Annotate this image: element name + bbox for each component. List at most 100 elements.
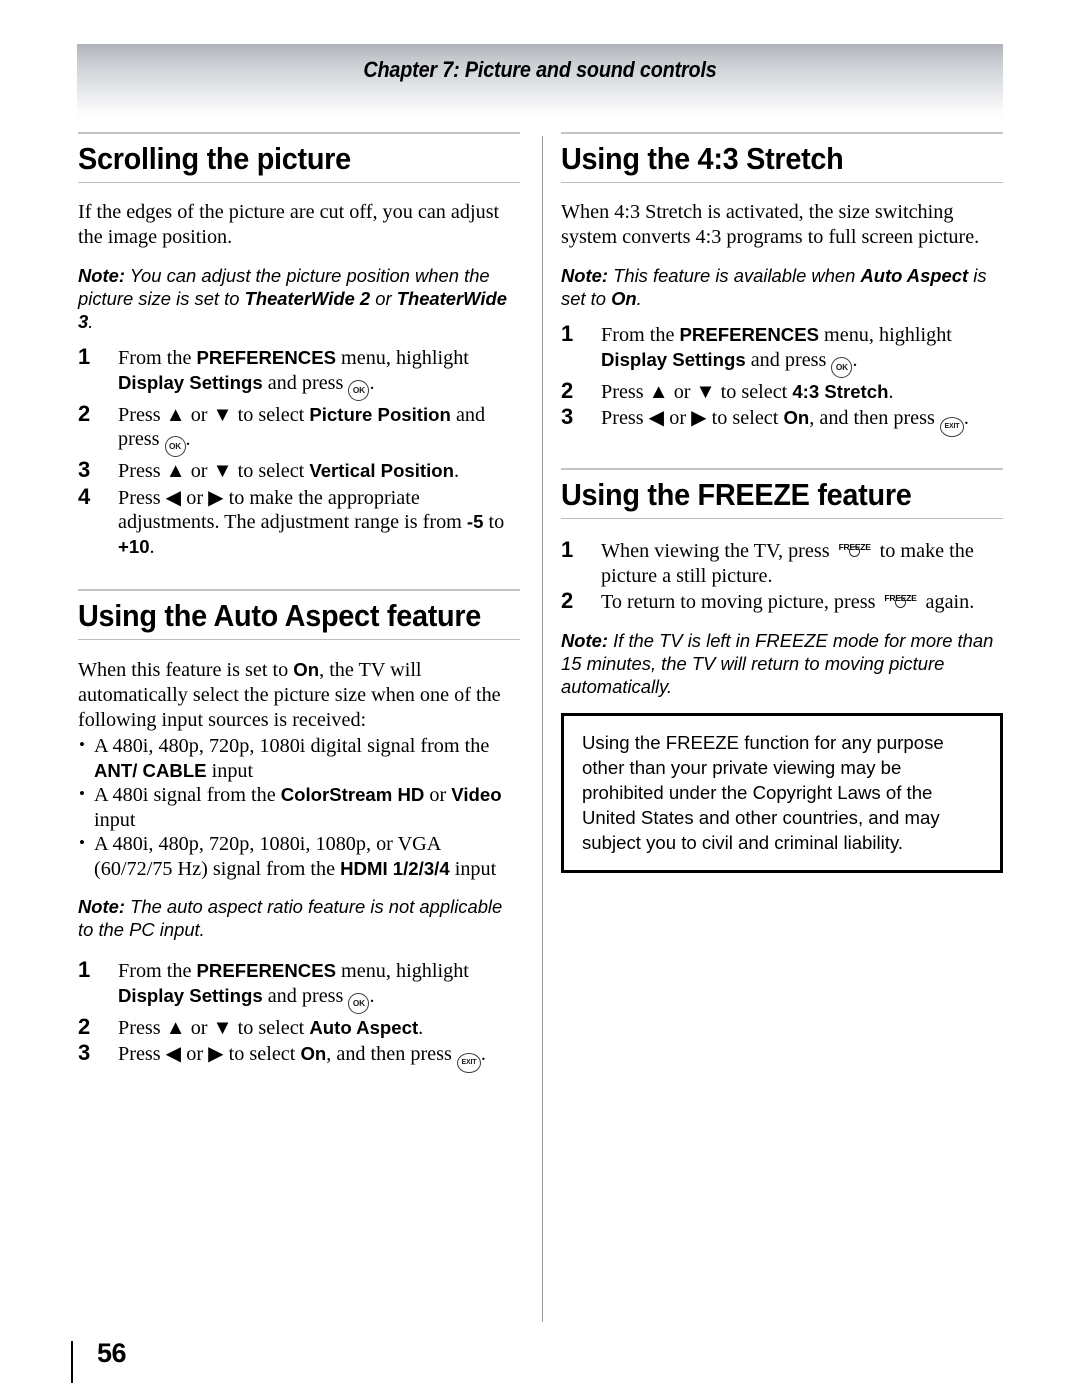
step-number: 3 — [78, 457, 91, 482]
step-bold: -5 — [466, 511, 484, 532]
step-number: 2 — [561, 377, 574, 403]
exit-button-icon: EXIT — [456, 1053, 481, 1073]
step-number: 3 — [78, 1040, 91, 1065]
step-text: Press ◀ or ▶ to select — [118, 1043, 301, 1065]
step-number: 2 — [561, 588, 574, 613]
copyright-warning-box: Using the FREEZE function for any purpos… — [561, 712, 1003, 873]
steps-freeze: 1 When viewing the TV, press FREEZE to ma… — [561, 537, 1003, 615]
step-item: 3 Press ▲ or ▼ to select Vertical Positio… — [78, 457, 520, 484]
list-item: A 480i, 480p, 720p, 1080i digital signal… — [78, 733, 520, 783]
freeze-button-icon: FREEZE — [880, 591, 920, 611]
step-bold: +10 — [118, 535, 150, 557]
step-text: . — [369, 984, 375, 1007]
heading-rule-bottom — [78, 182, 520, 183]
section-43-stretch: Using the 4:3 Stretch When 4:3 Stretch i… — [561, 132, 1003, 437]
ok-button-icon: OK — [348, 379, 370, 401]
left-column: Scrolling the picture If the edges of th… — [78, 132, 520, 1075]
step-text: From the — [118, 347, 197, 369]
heading-rule-bottom — [561, 518, 1003, 519]
step-text: Press ▲ or ▼ to select — [118, 403, 310, 426]
step-text: Press ▲ or ▼ to select — [118, 1016, 310, 1039]
step-item: 1 When viewing the TV, press FREEZE to ma… — [561, 537, 1003, 588]
heading-rule-bottom — [561, 182, 1003, 183]
steps-auto-aspect: 1 From the PREFERENCES menu, highlight Di… — [78, 957, 520, 1073]
bullet-text: input — [206, 759, 254, 782]
footer-rule — [71, 1341, 73, 1383]
ok-button-icon: OK — [164, 436, 186, 457]
step-bold: Display Settings — [118, 984, 263, 1006]
step-text: When viewing the TV, press — [601, 540, 835, 562]
note-freeze-timeout: Note: If the TV is left in FREEZE mode f… — [561, 629, 1003, 698]
note-label: Note: — [561, 265, 608, 286]
step-text: . — [185, 428, 191, 450]
step-text: . — [418, 1016, 424, 1039]
step-item: 2 Press ▲ or ▼ to select Auto Aspect. — [78, 1013, 520, 1041]
note-auto-aspect-pc: Note: The auto aspect ratio feature is n… — [78, 895, 520, 941]
step-text: Press ◀ or ▶ to select — [601, 407, 784, 429]
heading-rule-top — [78, 589, 520, 591]
bullet-bold: ColorStream HD — [280, 784, 425, 805]
note-bold-1: Auto Aspect — [860, 265, 969, 286]
bullet-bold: HDMI 1/2/3/4 — [340, 857, 450, 879]
note-theaterwide: Note: You can adjust the picture positio… — [78, 264, 520, 333]
page-title-freeze: Using the FREEZE feature — [561, 477, 912, 512]
step-text: Press ▲ or ▼ to select — [601, 380, 793, 403]
step-text: . — [149, 535, 155, 558]
step-text: Press ◀ or ▶ to make the appropriate adj… — [118, 486, 467, 534]
step-number: 1 — [78, 344, 91, 369]
exit-button-icon: EXIT — [939, 417, 964, 437]
ok-button-icon: OK — [348, 992, 370, 1014]
step-bold: PREFERENCES — [679, 324, 819, 345]
step-text: to — [483, 511, 505, 533]
note-text-3: . — [88, 311, 94, 332]
page-number: 56 — [97, 1338, 127, 1368]
note-label: Note: — [561, 629, 608, 651]
step-item: 2 Press ▲ or ▼ to select 4:3 Stretch. — [561, 377, 1003, 405]
step-item: 2 Press ▲ or ▼ to select Picture Position… — [78, 401, 520, 457]
right-column: Using the 4:3 Stretch When 4:3 Stretch i… — [561, 132, 1003, 873]
list-item: A 480i signal from the ColorStream HD or… — [78, 782, 520, 832]
step-text: . — [480, 1043, 486, 1065]
input-source-list: A 480i, 480p, 720p, 1080i digital signal… — [78, 733, 520, 881]
heading-rule-top — [561, 132, 1003, 134]
bullet-bold: Video — [451, 784, 502, 805]
note-text: The auto aspect ratio feature is not app… — [78, 896, 503, 940]
bullet-text: A 480i signal from the — [94, 784, 281, 806]
step-text: , and then press — [326, 1043, 457, 1065]
step-item: 1 From the PREFERENCES menu, highlight Di… — [78, 957, 520, 1014]
ok-button-icon: OK — [831, 356, 853, 378]
step-bold: Display Settings — [601, 348, 746, 370]
step-text: . — [454, 460, 460, 482]
step-text: From the — [118, 960, 197, 982]
step-number: 1 — [561, 537, 574, 562]
section-auto-aspect: Using the Auto Aspect feature When this … — [78, 589, 520, 1073]
note-text: If the TV is left in FREEZE mode for mor… — [561, 629, 994, 697]
note-text-3: . — [636, 288, 642, 309]
step-bold: On — [783, 407, 810, 428]
bullet-bold: ANT/ CABLE — [94, 759, 207, 781]
page-title-scrolling: Scrolling the picture — [78, 141, 351, 176]
step-text: . — [963, 407, 969, 429]
step-text: . — [852, 348, 858, 371]
step-text: again. — [920, 591, 975, 613]
copyright-warning-text: Using the FREEZE function for any purpos… — [582, 731, 944, 853]
step-bold: PREFERENCES — [196, 347, 336, 368]
page-title-auto-aspect: Using the Auto Aspect feature — [78, 598, 482, 633]
step-text: Press ▲ or ▼ to select — [118, 460, 310, 482]
note-label: Note: — [78, 265, 125, 286]
step-item: 1 From the PREFERENCES menu, highlight Di… — [78, 344, 520, 401]
step-item: 4 Press ◀ or ▶ to make the appropriate ad… — [78, 483, 520, 560]
step-bold: On — [300, 1043, 327, 1064]
step-bold: Vertical Position — [309, 460, 455, 481]
step-item: 1 From the PREFERENCES menu, highlight Di… — [561, 322, 1003, 378]
note-bold-1: TheaterWide 2 — [244, 288, 371, 309]
page-title-43-stretch: Using the 4:3 Stretch — [561, 141, 844, 176]
step-bold: Auto Aspect — [309, 1016, 419, 1038]
note-bold-2: On — [611, 288, 637, 309]
step-number: 1 — [78, 957, 91, 982]
step-number: 3 — [561, 404, 574, 429]
step-number: 2 — [78, 1013, 91, 1039]
page-body: Scrolling the picture If the edges of th… — [0, 0, 1080, 1397]
step-number: 4 — [78, 483, 91, 509]
step-bold: Picture Position — [309, 403, 451, 425]
